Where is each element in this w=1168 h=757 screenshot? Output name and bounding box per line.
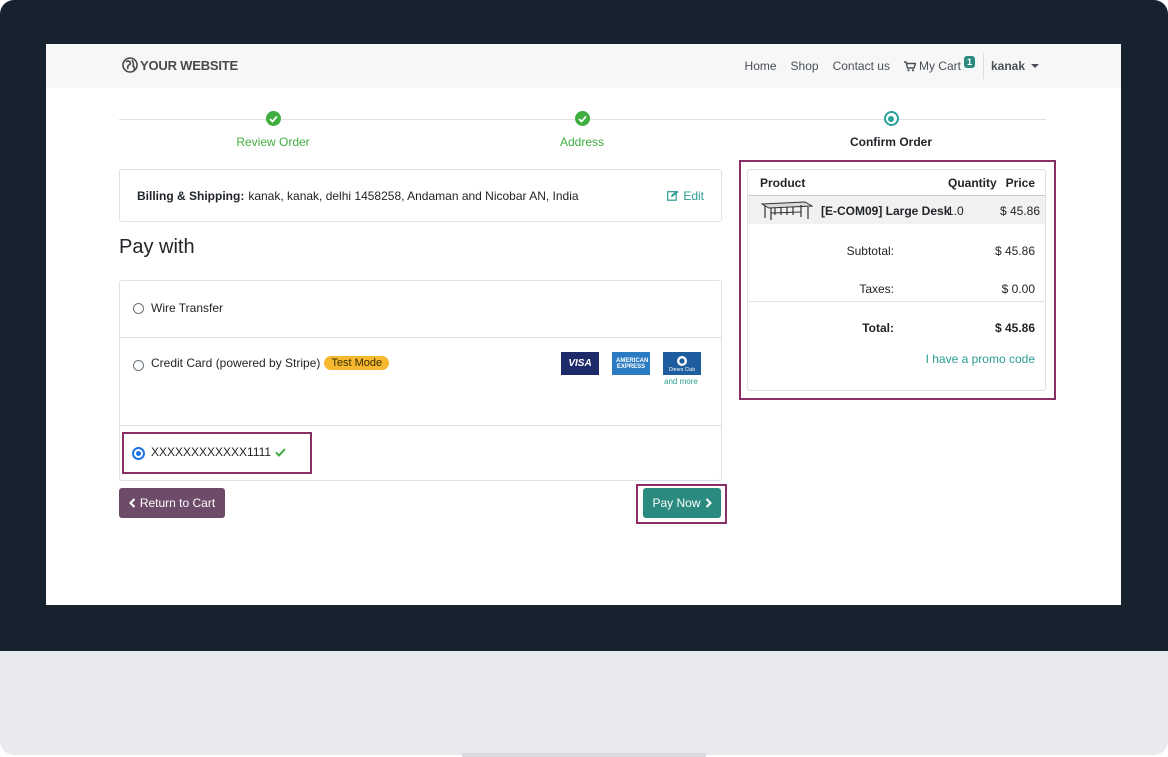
saved-card-label: XXXXXXXXXXXX1111: [151, 445, 286, 459]
site-logo[interactable]: YOUR WEBSITE: [122, 57, 238, 73]
subtotal-label: Subtotal:: [846, 244, 894, 258]
billing-shipping-card: Billing & Shipping: kanak, kanak, delhi …: [119, 169, 722, 222]
total-label: Total:: [862, 321, 894, 335]
edit-icon: [667, 190, 679, 201]
wizard-step-confirm: Confirm Order: [791, 111, 991, 149]
main-nav: Home Shop Contact us My Cart 1 kanak: [731, 44, 1039, 88]
globe-icon: [122, 57, 138, 73]
billing-address: kanak, kanak, delhi 1458258, Andaman and…: [248, 188, 579, 203]
verified-check-icon: [275, 447, 286, 457]
credit-card-text: Credit Card (powered by Stripe): [151, 356, 321, 370]
product-quantity: 1.0: [947, 204, 964, 218]
wizard-step-label: Address: [559, 135, 605, 149]
monitor-stand: [0, 651, 1168, 755]
saved-card-number: XXXXXXXXXXXX1111: [151, 445, 272, 459]
cart-label: My Cart: [918, 59, 961, 73]
nav-contact[interactable]: Contact us: [833, 59, 890, 73]
site-header: YOUR WEBSITE Home Shop Contact us My Car…: [46, 44, 1121, 88]
check-icon: [265, 111, 281, 126]
return-to-cart-label: Return to Cart: [139, 496, 216, 510]
browser-screen: YOUR WEBSITE Home Shop Contact us My Car…: [46, 44, 1121, 605]
logo-text: YOUR WEBSITE: [140, 57, 238, 73]
amex-text: AMERICAN EXPRESS: [616, 357, 649, 370]
pay-with-heading: Pay with: [119, 236, 195, 258]
order-summary: Product Quantity Price [E-COM09] Large D…: [747, 169, 1046, 391]
return-to-cart-button[interactable]: Return to Cart: [119, 488, 225, 518]
saved-card-radio[interactable]: [132, 447, 145, 460]
diners-logo-icon: [677, 355, 687, 366]
pay-now-label: Pay Now: [652, 496, 701, 510]
nav-home[interactable]: Home: [745, 59, 777, 73]
visa-icon: VISA: [561, 352, 599, 375]
header-price: Price: [1005, 176, 1035, 190]
summary-divider: [748, 301, 1045, 302]
product-name[interactable]: [E-COM09] Large Desk: [821, 204, 950, 218]
nav-cart[interactable]: My Cart 1: [903, 56, 975, 73]
wizard-step-review[interactable]: Review Order: [173, 111, 373, 149]
and-more-link[interactable]: and more: [664, 377, 698, 386]
cart-count-badge: 1: [963, 56, 975, 68]
check-icon: [574, 111, 590, 126]
monitor-stand-foot: [462, 753, 706, 757]
desk-thumbnail: [761, 201, 813, 220]
summary-product-row: [E-COM09] Large Desk 1.0 $ 45.86: [748, 196, 1045, 224]
chevron-left-icon: [128, 498, 136, 508]
diners-text: Diners Club: [668, 366, 696, 373]
amex-icon: AMERICAN EXPRESS: [612, 352, 650, 375]
visa-text: VISA: [568, 358, 592, 369]
wizard-step-address[interactable]: Address: [482, 111, 682, 149]
payment-option-saved-card[interactable]: XXXXXXXXXXXX1111: [120, 426, 721, 480]
subtotal-value: $ 45.86: [994, 244, 1035, 258]
promo-code-link[interactable]: I have a promo code: [926, 352, 1035, 366]
total-value: $ 45.86: [994, 321, 1035, 335]
edit-address-link[interactable]: Edit: [667, 189, 704, 203]
nav-divider: [982, 53, 984, 79]
wizard-step-label: Confirm Order: [849, 135, 932, 149]
credit-card-label: Credit Card (powered by Stripe) Test Mod…: [151, 356, 390, 370]
chevron-right-icon: [705, 498, 712, 508]
wire-transfer-label: Wire Transfer: [151, 301, 224, 315]
credit-card-radio[interactable]: [133, 360, 144, 371]
current-step-icon: [883, 111, 899, 126]
payment-option-card[interactable]: Credit Card (powered by Stripe) Test Mod…: [120, 338, 721, 426]
edit-label: Edit: [683, 188, 704, 203]
cart-icon: [903, 60, 916, 71]
header-product: Product: [760, 176, 806, 190]
card-brand-icons: VISA AMERICAN EXPRESS Diners Club: [561, 352, 714, 375]
payment-methods: Wire Transfer Credit Card (powered by St…: [119, 280, 722, 481]
summary-header-row: Product Quantity Price: [748, 170, 1045, 196]
product-price: $ 45.86: [999, 204, 1040, 218]
taxes-label: Taxes:: [859, 282, 894, 296]
user-name: kanak: [990, 59, 1025, 73]
pay-now-button[interactable]: Pay Now: [643, 488, 721, 518]
payment-option-wire[interactable]: Wire Transfer: [120, 281, 721, 338]
nav-shop[interactable]: Shop: [791, 59, 819, 73]
test-mode-badge: Test Mode: [324, 356, 390, 370]
header-quantity: Quantity: [948, 176, 997, 190]
wizard-step-label: Review Order: [236, 135, 310, 149]
user-menu[interactable]: kanak: [991, 59, 1039, 73]
caret-down-icon: [1031, 64, 1039, 68]
diners-club-icon: Diners Club: [663, 352, 701, 375]
taxes-value: $ 0.00: [1001, 282, 1035, 296]
billing-label: Billing & Shipping:: [137, 188, 245, 203]
wire-transfer-radio[interactable]: [133, 303, 144, 314]
